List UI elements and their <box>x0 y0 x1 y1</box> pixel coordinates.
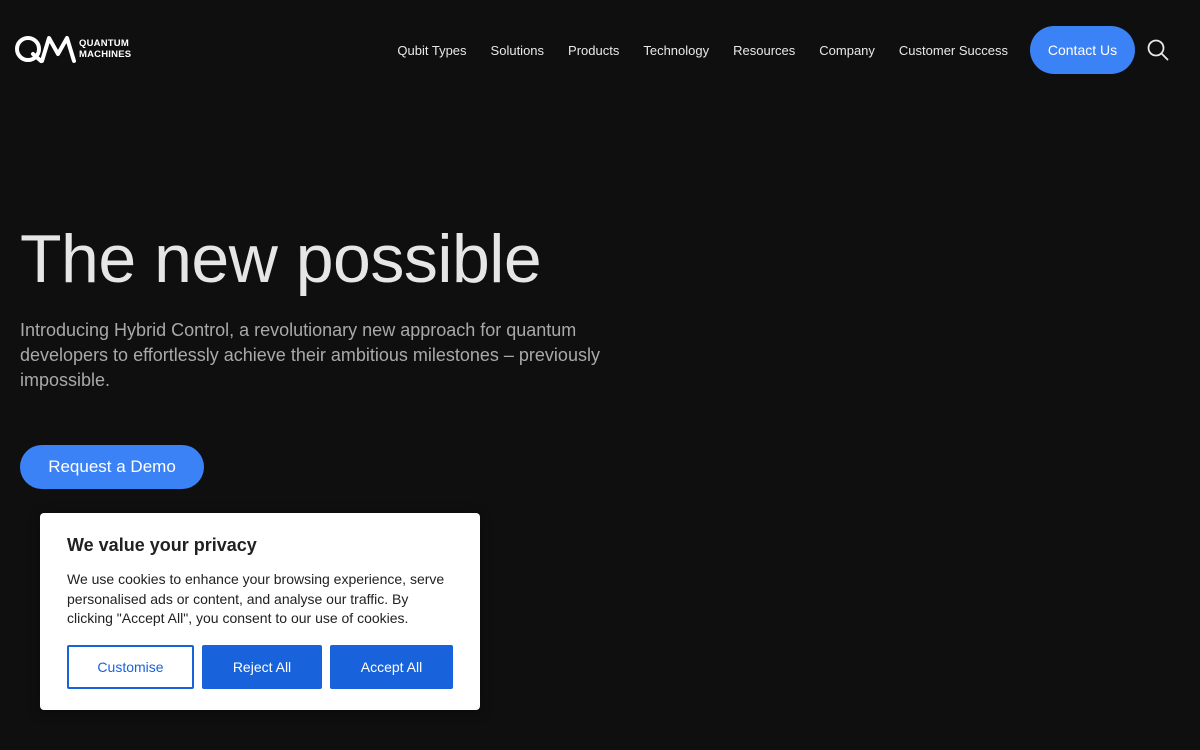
customise-button[interactable]: Customise <box>67 645 194 689</box>
logo-line-1: QUANTUM <box>79 38 129 49</box>
nav-item-technology[interactable]: Technology <box>643 43 709 58</box>
nav-item-solutions[interactable]: Solutions <box>491 43 544 58</box>
search-icon[interactable] <box>1147 39 1169 61</box>
main-nav: Qubit Types Solutions Products Technolog… <box>397 0 1200 100</box>
cookie-consent-banner: We value your privacy We use cookies to … <box>40 513 480 710</box>
nav-item-resources[interactable]: Resources <box>733 43 795 58</box>
accept-all-button[interactable]: Accept All <box>330 645 453 689</box>
logo-line-2: MACHINES <box>79 49 132 60</box>
nav-item-company[interactable]: Company <box>819 43 875 58</box>
reject-all-button[interactable]: Reject All <box>202 645 322 689</box>
qm-logo-icon <box>15 36 76 63</box>
request-demo-button[interactable]: Request a Demo <box>20 445 204 489</box>
page: QUANTUM MACHINES Qubit Types Solutions P… <box>0 0 1200 750</box>
nav-item-customer-success[interactable]: Customer Success <box>899 43 1008 58</box>
hero-subtitle: Introducing Hybrid Control, a revolution… <box>20 320 600 390</box>
logo[interactable]: QUANTUM MACHINES <box>14 34 131 64</box>
cookie-banner-text: We use cookies to enhance your browsing … <box>67 571 445 626</box>
contact-us-button[interactable]: Contact Us <box>1030 26 1135 74</box>
logo-wordmark: QUANTUM MACHINES <box>79 38 131 60</box>
nav-item-qubit-types[interactable]: Qubit Types <box>397 43 466 58</box>
hero-title: The new possible <box>20 221 542 297</box>
cookie-banner-title: We value your privacy <box>67 535 257 555</box>
nav-item-products[interactable]: Products <box>568 43 619 58</box>
